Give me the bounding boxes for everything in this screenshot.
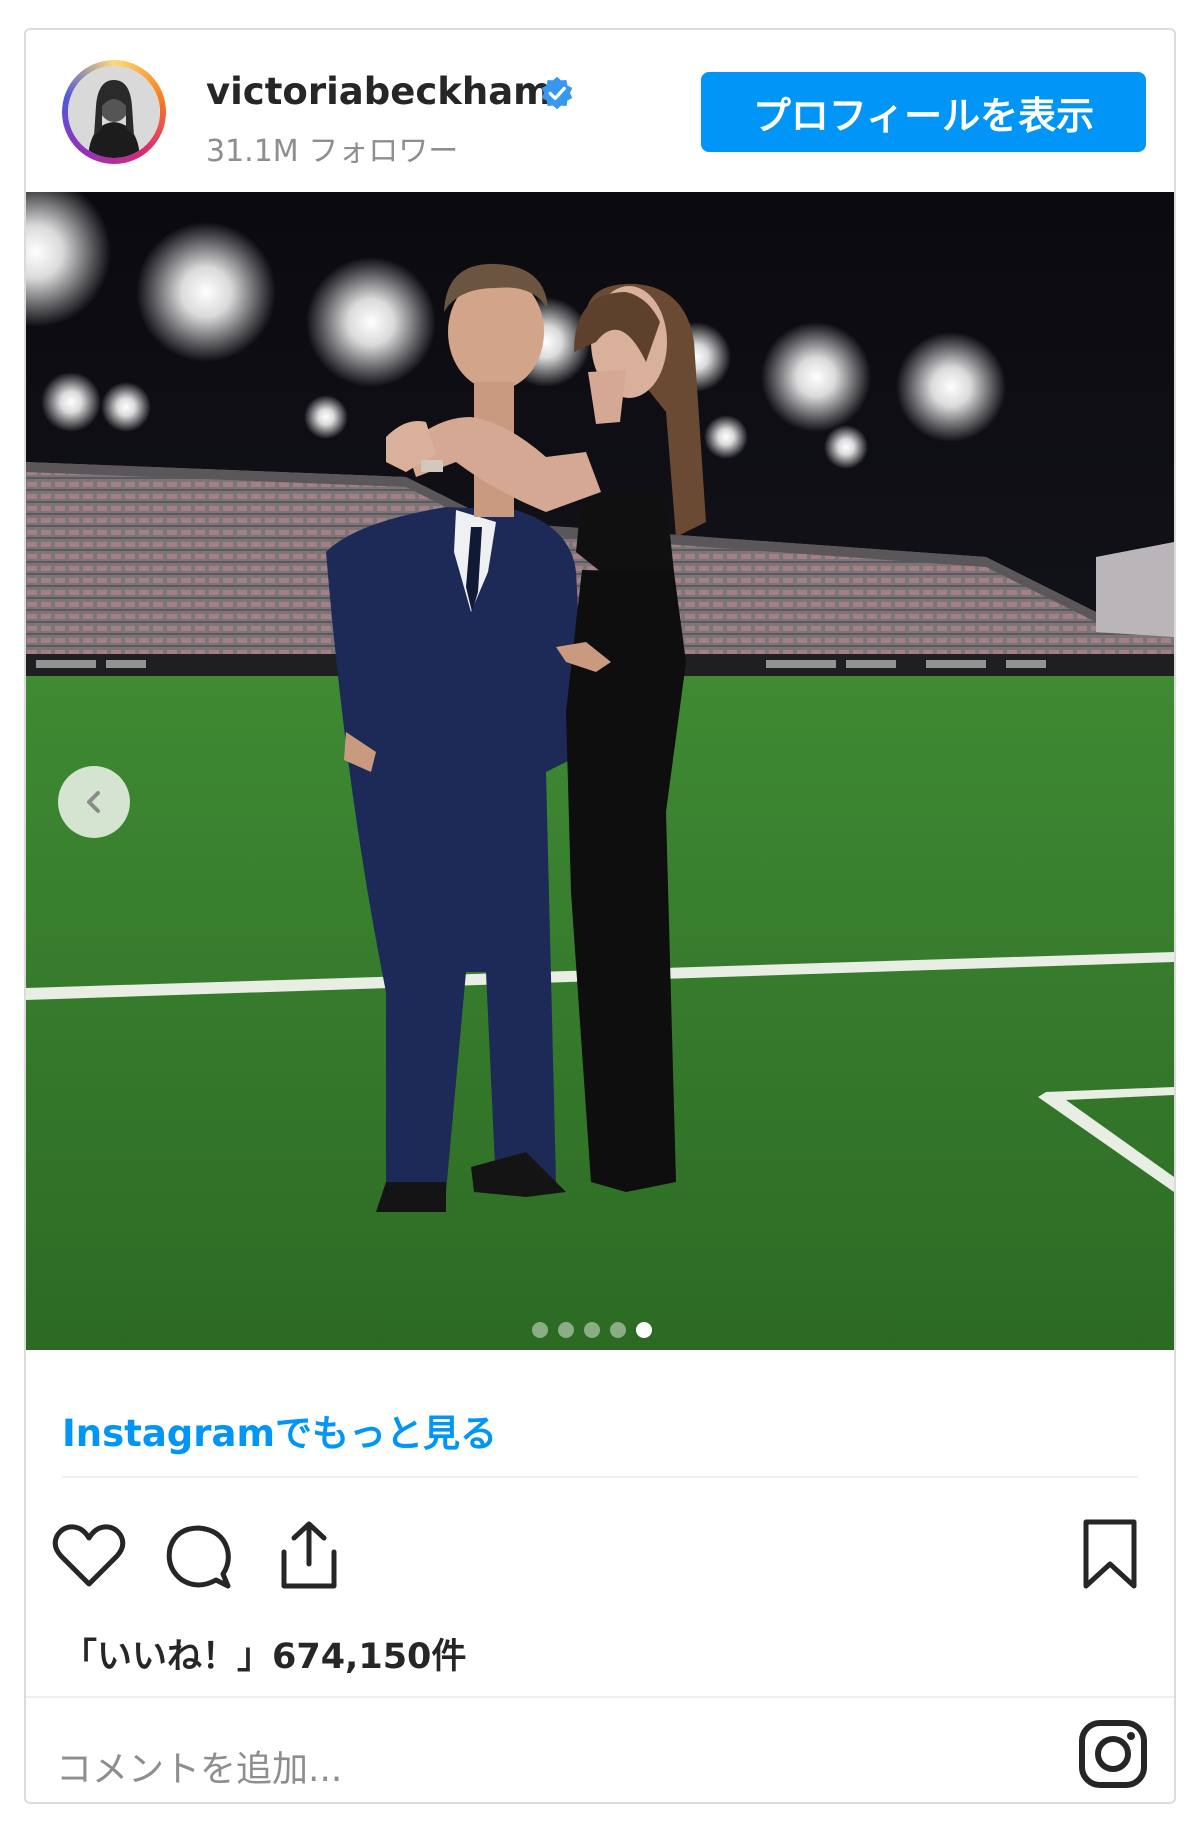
action-bar (26, 1510, 1174, 1600)
carousel-indicator (532, 1322, 652, 1338)
username[interactable]: victoriabeckham (206, 70, 552, 113)
carousel-dot (558, 1322, 574, 1338)
comment-icon[interactable] (164, 1522, 234, 1592)
share-icon[interactable] (274, 1518, 344, 1592)
comment-input[interactable]: コメントを追加... (56, 1740, 342, 1792)
post-photo[interactable] (26, 192, 1174, 1350)
view-more-on-instagram-link[interactable]: Instagramでもっと見る (62, 1403, 497, 1457)
verified-badge-icon (541, 76, 573, 110)
instagram-icon[interactable] (1078, 1719, 1148, 1789)
carousel-prev-button[interactable] (58, 766, 130, 838)
carousel-dot-active (636, 1322, 652, 1338)
divider (26, 1696, 1174, 1698)
like-count: 「いいね！」674,150件 (62, 1637, 467, 1677)
avatar[interactable] (68, 66, 160, 158)
post-header: victoriabeckham 31.1M フォロワー プロフィールを表示 (26, 30, 1174, 190)
instagram-embed-card: victoriabeckham 31.1M フォロワー プロフィールを表示 In… (24, 28, 1176, 1804)
avatar-ring[interactable] (62, 60, 166, 164)
follower-count: 31.1M フォロワー (206, 134, 459, 169)
bookmark-icon[interactable] (1080, 1518, 1140, 1592)
carousel-dot (610, 1322, 626, 1338)
carousel-dot (584, 1322, 600, 1338)
view-profile-button[interactable]: プロフィールを表示 (701, 72, 1146, 152)
carousel-dot (532, 1322, 548, 1338)
heart-icon[interactable] (52, 1524, 126, 1590)
chevron-left-icon (87, 791, 100, 813)
divider (62, 1476, 1138, 1478)
